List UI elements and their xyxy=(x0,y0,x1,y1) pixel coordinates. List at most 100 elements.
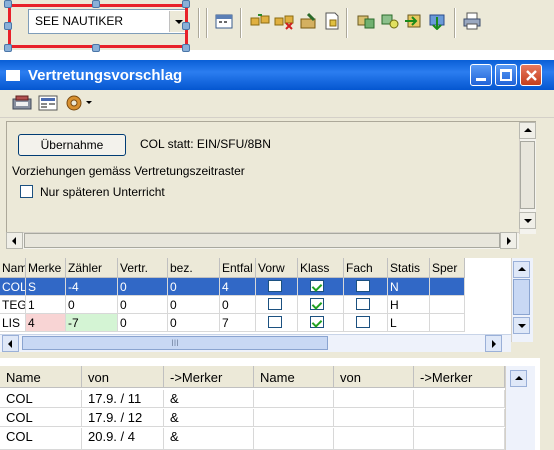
table-cell[interactable] xyxy=(344,278,388,296)
panel-scroll-thumb[interactable] xyxy=(520,141,535,209)
close-button[interactable] xyxy=(520,64,542,86)
table-cell[interactable]: COL xyxy=(0,278,26,296)
table-cell[interactable] xyxy=(334,409,414,427)
table-cell[interactable]: 17.9. / 11 xyxy=(82,390,164,408)
move-icon[interactable] xyxy=(250,12,270,30)
grid-header-cell[interactable]: Fach xyxy=(344,258,388,278)
table-cell[interactable]: 0 xyxy=(168,278,220,296)
table-cell[interactable]: 0 xyxy=(168,314,220,332)
resize-handle-tc[interactable] xyxy=(92,0,100,8)
table-cell[interactable] xyxy=(298,296,344,314)
table-cell[interactable]: 0 xyxy=(66,296,118,314)
table-cell[interactable] xyxy=(256,296,298,314)
export-icon[interactable] xyxy=(404,12,424,30)
table-cell[interactable] xyxy=(344,296,388,314)
table-cell[interactable] xyxy=(256,314,298,332)
gear-icon[interactable] xyxy=(64,93,84,113)
resize-handle-tr[interactable] xyxy=(182,0,190,8)
table-cell[interactable] xyxy=(414,390,505,408)
grid-header-cell[interactable]: Vertr. xyxy=(118,258,168,278)
table-cell[interactable] xyxy=(414,409,505,427)
panel-scroll-left[interactable] xyxy=(6,232,23,249)
table-cell[interactable]: 20.9. / 4 xyxy=(82,428,164,450)
print-icon[interactable] xyxy=(462,12,482,30)
vorw-checkbox[interactable] xyxy=(268,280,282,292)
table-cell[interactable] xyxy=(334,428,414,450)
grid-header-cell[interactable]: Klass xyxy=(298,258,344,278)
nur-spaeteren-checkbox[interactable] xyxy=(20,185,33,198)
panel-hscroll-thumb[interactable] xyxy=(24,233,500,248)
teacher-icon[interactable] xyxy=(12,94,32,112)
move-grid-header-cell[interactable]: ->Merker xyxy=(164,366,254,388)
table-cell[interactable] xyxy=(430,296,465,314)
table-cell[interactable]: 1 xyxy=(26,296,66,314)
table-cell[interactable] xyxy=(298,278,344,296)
table-cell[interactable] xyxy=(254,409,334,427)
table-cell[interactable]: H xyxy=(388,296,430,314)
resize-handle-bc[interactable] xyxy=(92,44,100,52)
fach-checkbox[interactable] xyxy=(356,298,370,310)
window-titlebar[interactable]: Vertretungsvorschlag xyxy=(0,60,554,90)
grid-header-cell[interactable]: Zähler xyxy=(66,258,118,278)
table-cell[interactable] xyxy=(430,314,465,332)
panel-scroll-right[interactable] xyxy=(500,232,517,249)
klass-checkbox[interactable] xyxy=(310,298,324,310)
grid-header-cell[interactable]: Sper xyxy=(430,258,465,278)
list-icon[interactable] xyxy=(38,95,58,111)
move-delete-icon[interactable] xyxy=(274,12,294,30)
grid-header-cell[interactable]: bez. xyxy=(168,258,220,278)
table-cell[interactable]: S xyxy=(26,278,66,296)
grid-scroll-thumb[interactable] xyxy=(513,279,530,315)
resize-handle-bl[interactable] xyxy=(4,44,12,52)
table-cell[interactable]: L xyxy=(388,314,430,332)
table-cell[interactable]: N xyxy=(388,278,430,296)
table-cell[interactable]: -4 xyxy=(66,278,118,296)
table-cell[interactable] xyxy=(334,390,414,408)
resize-handle-mr[interactable] xyxy=(182,22,190,30)
minimize-button[interactable] xyxy=(470,64,492,86)
move-grid-scroll-up[interactable] xyxy=(510,370,527,387)
table-cell[interactable] xyxy=(254,390,334,408)
table-cell[interactable]: -7 xyxy=(66,314,118,332)
fach-checkbox[interactable] xyxy=(356,280,370,292)
calendar-icon[interactable] xyxy=(214,12,234,30)
table-cell[interactable]: 0 xyxy=(118,296,168,314)
cut-icon[interactable] xyxy=(356,12,376,30)
table-cell[interactable]: 4 xyxy=(26,314,66,332)
move-grid-header-cell[interactable]: Name xyxy=(0,366,82,388)
uebernahme-button[interactable]: Übernahme xyxy=(18,134,126,156)
grid-hscroll-thumb[interactable]: III xyxy=(22,336,328,350)
move-grid-header-cell[interactable]: von xyxy=(82,366,164,388)
table-cell[interactable]: 0 xyxy=(168,296,220,314)
klass-checkbox[interactable] xyxy=(310,280,324,292)
table-cell[interactable]: LIS xyxy=(0,314,26,332)
panel-scroll-up[interactable] xyxy=(519,122,536,139)
vorw-checkbox[interactable] xyxy=(268,298,282,310)
table-cell[interactable] xyxy=(430,278,465,296)
table-cell[interactable]: 17.9. / 12 xyxy=(82,409,164,427)
fach-checkbox[interactable] xyxy=(356,316,370,328)
document-icon[interactable] xyxy=(322,12,342,30)
table-cell[interactable] xyxy=(298,314,344,332)
table-cell[interactable]: 0 xyxy=(118,278,168,296)
table-cell[interactable]: COL xyxy=(0,409,82,427)
table-cell[interactable]: 0 xyxy=(118,314,168,332)
grid-scroll-left[interactable] xyxy=(2,335,19,352)
grid-header-cell[interactable]: Statis xyxy=(388,258,430,278)
table-cell[interactable]: 7 xyxy=(220,314,256,332)
move-grid-header-cell[interactable]: ->Merker xyxy=(414,366,505,388)
vorw-checkbox[interactable] xyxy=(268,316,282,328)
table-cell[interactable]: TEG xyxy=(0,296,26,314)
table-cell[interactable] xyxy=(344,314,388,332)
grid-header-cell[interactable]: Name xyxy=(0,258,26,278)
table-cell[interactable]: & xyxy=(164,409,254,427)
resize-handle-br[interactable] xyxy=(182,44,190,52)
panel-scroll-down[interactable] xyxy=(519,212,536,229)
table-cell[interactable]: & xyxy=(164,390,254,408)
table-cell[interactable]: & xyxy=(164,428,254,450)
maximize-button[interactable] xyxy=(495,64,517,86)
table-cell[interactable]: 4 xyxy=(220,278,256,296)
grid-header-cell[interactable]: Vorw xyxy=(256,258,298,278)
move-grid-header-cell[interactable]: Name xyxy=(254,366,334,388)
grid-scroll-right[interactable] xyxy=(485,335,502,352)
